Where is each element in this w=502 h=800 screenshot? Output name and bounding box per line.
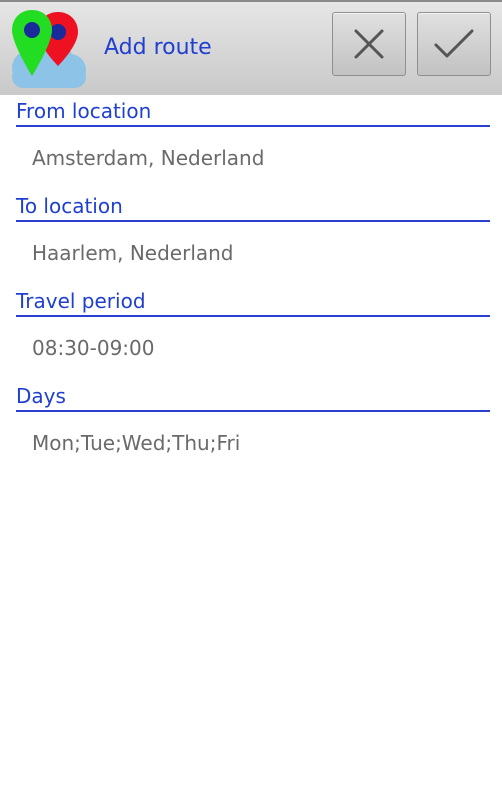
to-location-label: To location bbox=[16, 192, 490, 222]
add-route-screen: Add route From location Amsterdam, Neder… bbox=[0, 0, 502, 800]
action-bar: Add route bbox=[0, 0, 502, 95]
confirm-button[interactable] bbox=[417, 12, 491, 76]
checkmark-icon bbox=[434, 29, 474, 58]
to-location-section: To location Haarlem, Nederland bbox=[16, 192, 490, 268]
from-location-label: From location bbox=[16, 97, 490, 127]
close-icon bbox=[354, 29, 384, 59]
days-section: Days Mon;Tue;Wed;Thu;Fri bbox=[16, 382, 490, 458]
travel-period-section: Travel period 08:30-09:00 bbox=[16, 287, 490, 363]
app-logo-icon bbox=[6, 8, 90, 92]
travel-period-label: Travel period bbox=[16, 287, 490, 317]
from-location-section: From location Amsterdam, Nederland bbox=[16, 97, 490, 173]
days-value[interactable]: Mon;Tue;Wed;Thu;Fri bbox=[16, 428, 490, 458]
from-location-value[interactable]: Amsterdam, Nederland bbox=[16, 143, 490, 173]
travel-period-value[interactable]: 08:30-09:00 bbox=[16, 333, 490, 363]
cancel-button[interactable] bbox=[332, 12, 406, 76]
days-label: Days bbox=[16, 382, 490, 412]
to-location-value[interactable]: Haarlem, Nederland bbox=[16, 238, 490, 268]
page-title: Add route bbox=[104, 35, 212, 60]
